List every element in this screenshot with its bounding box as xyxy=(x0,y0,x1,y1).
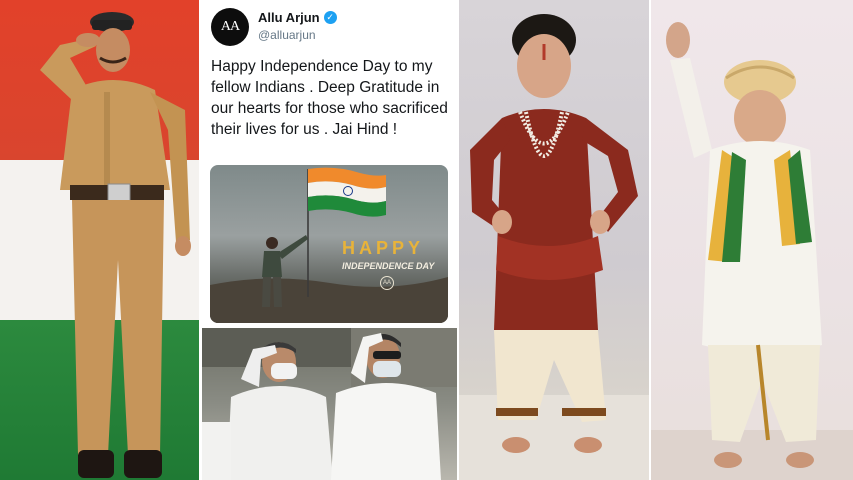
collage-divider xyxy=(199,0,202,480)
tweet-card[interactable]: AA Allu Arjun ✓ @alluarjun Happy Indepen… xyxy=(201,0,458,327)
tweet-author-handle[interactable]: @alluarjun xyxy=(258,28,316,42)
promo-logo-icon: AA xyxy=(380,276,394,290)
tweet-text: Happy Independence Day to my fellow Indi… xyxy=(211,58,448,138)
tweet-author: Allu Arjun ✓ xyxy=(258,10,337,25)
avatar[interactable]: AA xyxy=(211,8,249,46)
salute-officer-photo xyxy=(0,0,201,480)
collage-divider xyxy=(457,0,459,480)
promo-headline: HAPPY xyxy=(342,238,425,258)
girl-turban-photo xyxy=(650,0,853,480)
tweet-author-name[interactable]: Allu Arjun xyxy=(258,10,320,25)
officer-figure xyxy=(40,12,191,478)
saluting-men-photo xyxy=(201,327,458,480)
boy-red-kurta-photo xyxy=(458,0,650,480)
collage-divider xyxy=(649,0,651,480)
collage-divider xyxy=(201,325,458,328)
saluting-men-figures xyxy=(201,327,458,480)
promo-subline: INDEPENDENCE DAY xyxy=(342,261,435,271)
tweet-image[interactable]: HAPPY INDEPENDENCE DAY AA xyxy=(210,165,448,323)
verified-badge-icon: ✓ xyxy=(323,11,337,24)
boy-figure xyxy=(458,14,650,480)
girl-figure xyxy=(650,22,853,480)
